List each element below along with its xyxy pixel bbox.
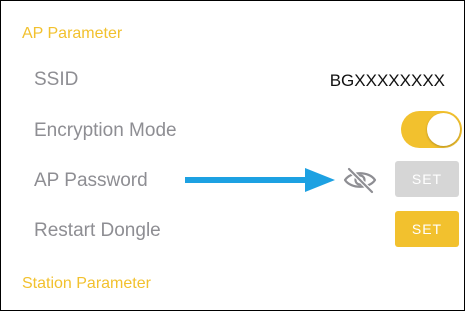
ap-password-set-button[interactable]: SET bbox=[395, 161, 459, 197]
restart-dongle-set-button[interactable]: SET bbox=[395, 211, 459, 247]
ssid-label: SSID bbox=[34, 69, 79, 90]
ap-parameter-header: AP Parameter bbox=[22, 25, 123, 42]
ssid-value: BGXXXXXXXX bbox=[329, 71, 445, 90]
station-parameter-header: Station Parameter bbox=[22, 275, 151, 292]
restart-dongle-label: Restart Dongle bbox=[34, 220, 161, 241]
toggle-knob bbox=[427, 113, 460, 146]
ap-password-label: AP Password bbox=[34, 170, 148, 191]
settings-panel: AP Parameter SSID BGXXXXXXXX Encryption … bbox=[0, 0, 465, 311]
encryption-mode-label: Encryption Mode bbox=[34, 120, 177, 141]
right-arrow-icon bbox=[185, 168, 335, 192]
eye-slash-icon[interactable] bbox=[343, 166, 377, 194]
encryption-mode-toggle[interactable] bbox=[401, 111, 462, 148]
